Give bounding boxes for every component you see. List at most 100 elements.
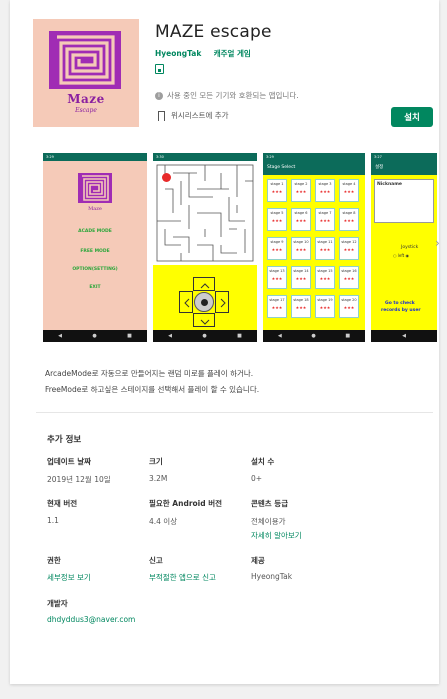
stage-button: stage 13 ★★★ bbox=[267, 266, 287, 289]
info-value-version: 1.1 bbox=[47, 516, 59, 525]
info-label-updated: 업데이트 날짜 bbox=[47, 457, 92, 466]
records-link-line1: Go to check bbox=[385, 301, 415, 306]
nav-bar: ◀ ● ■ bbox=[43, 330, 147, 342]
info-label-content-rating: 콘텐츠 등급 bbox=[251, 499, 289, 508]
logo-title: Maze bbox=[88, 206, 102, 212]
stage-button: stage 6 ★★★ bbox=[291, 208, 311, 231]
menu-item-exit: EXIT bbox=[89, 285, 101, 290]
menu-item-option: OPTION(SETTING) bbox=[72, 267, 118, 272]
report-app-link[interactable]: 부적절한 앱으로 신고 bbox=[149, 572, 216, 583]
stars-icon: ★★★ bbox=[319, 305, 331, 310]
stars-icon: ★★★ bbox=[295, 218, 307, 223]
stage-label: stage 12 bbox=[341, 240, 357, 244]
nickname-card: Nickname bbox=[374, 179, 434, 223]
stage-label: stage 11 bbox=[317, 240, 333, 244]
stage-grid: stage 1 ★★★ stage 2 ★★★ stage 3 ★★★ stage 4 ★★★… bbox=[263, 175, 365, 330]
stage-button: stage 10 ★★★ bbox=[291, 237, 311, 260]
stars-icon: ★★★ bbox=[343, 305, 355, 310]
stage-label: stage 4 bbox=[342, 182, 356, 186]
chevron-right-icon[interactable]: › bbox=[435, 236, 440, 250]
stars-icon: ★★★ bbox=[271, 218, 283, 223]
stage-label: stage 18 bbox=[293, 298, 309, 302]
stage-label: stage 10 bbox=[293, 240, 309, 244]
developer-link[interactable]: HyeongTak bbox=[155, 49, 201, 58]
permissions-details-link[interactable]: 세부정보 보기 bbox=[47, 572, 91, 583]
app-title: MAZE escape bbox=[155, 22, 272, 42]
nav-bar: ◀ ● ■ bbox=[263, 330, 365, 342]
nav-bar: ◀ bbox=[371, 330, 437, 342]
screenshot-settings[interactable]: 3:27 설정 Nickname Joystick ○ left ◉ Go to… bbox=[371, 153, 437, 342]
stage-select-header: Stage Select bbox=[263, 161, 365, 175]
stage-button: stage 9 ★★★ bbox=[267, 237, 287, 260]
learn-more-link[interactable]: 자세히 알아보기 bbox=[251, 530, 302, 541]
stage-label: stage 17 bbox=[269, 298, 285, 302]
category-link[interactable]: 캐주얼 게임 bbox=[214, 49, 251, 58]
controller-area bbox=[153, 265, 257, 330]
section-divider bbox=[36, 412, 433, 413]
wishlist-label: 위시리스트에 추가 bbox=[171, 111, 229, 120]
stage-label: stage 14 bbox=[293, 269, 309, 273]
stage-button: stage 16 ★★★ bbox=[339, 266, 359, 289]
stage-label: stage 3 bbox=[318, 182, 332, 186]
info-label-permissions: 권한 bbox=[47, 556, 61, 565]
bookmark-icon bbox=[158, 110, 165, 121]
compat-notice: i 사용 중인 모든 기기와 호환되는 앱입니다. bbox=[155, 90, 299, 101]
screenshot-stage-select[interactable]: 3:29 Stage Select stage 1 ★★★ stage 2 ★★★ st… bbox=[263, 153, 365, 342]
stage-button: stage 18 ★★★ bbox=[291, 295, 311, 318]
info-label-developer: 개발자 bbox=[47, 599, 68, 608]
stage-label: stage 15 bbox=[317, 269, 333, 273]
stage-button: stage 7 ★★★ bbox=[315, 208, 335, 231]
dpad-left-button bbox=[179, 291, 193, 313]
info-label-offered-by: 제공 bbox=[251, 556, 265, 565]
stage-button: stage 17 ★★★ bbox=[267, 295, 287, 318]
nav-bar: ◀ ● ■ bbox=[153, 330, 257, 342]
info-value-offered-by: HyeongTak bbox=[251, 572, 293, 581]
info-value-android: 4.4 이상 bbox=[149, 517, 178, 526]
stage-label: stage 20 bbox=[341, 298, 357, 302]
app-icon: Maze Escape bbox=[33, 19, 139, 127]
stage-label: stage 1 bbox=[270, 182, 284, 186]
stage-button: stage 19 ★★★ bbox=[315, 295, 335, 318]
stars-icon: ★★★ bbox=[319, 247, 331, 252]
screenshot-maze-game[interactable]: 3:30 ◀ ● ■ bbox=[153, 153, 257, 342]
maze-logo-icon bbox=[78, 173, 112, 203]
stars-icon: ★★★ bbox=[343, 189, 355, 194]
logo-title: Maze bbox=[67, 92, 105, 106]
status-bar: 3:27 bbox=[371, 153, 437, 161]
additional-info-title: 추가 정보 bbox=[47, 435, 82, 445]
stage-button: stage 3 ★★★ bbox=[315, 179, 335, 202]
stars-icon: ★★★ bbox=[295, 247, 307, 252]
screenshot-main-menu[interactable]: 3:29 Maze ACADE MODE FREE MODE OPTION(SE… bbox=[43, 153, 147, 342]
joystick-icon bbox=[194, 292, 214, 312]
install-button[interactable]: 설치 bbox=[391, 107, 433, 127]
settings-screen: Nickname Joystick ○ left ◉ Go to check r… bbox=[371, 175, 437, 330]
stage-label: stage 13 bbox=[269, 269, 285, 273]
info-value-content-rating: 전체이용가 bbox=[251, 517, 286, 526]
stage-button: stage 14 ★★★ bbox=[291, 266, 311, 289]
stage-label: stage 6 bbox=[294, 211, 308, 215]
developer-email-link[interactable]: dhdyddus3@naver.com bbox=[47, 615, 135, 624]
info-icon: i bbox=[155, 91, 163, 100]
stage-button: stage 5 ★★★ bbox=[267, 208, 287, 231]
dpad-right-button bbox=[215, 291, 229, 313]
stars-icon: ★★★ bbox=[271, 305, 283, 310]
status-bar: 3:30 bbox=[153, 153, 257, 161]
stars-icon: ★★★ bbox=[319, 218, 331, 223]
developer-row: HyeongTak 캐주얼 게임 bbox=[155, 48, 251, 59]
stars-icon: ★★★ bbox=[295, 189, 307, 194]
stage-label: stage 2 bbox=[294, 182, 308, 186]
wishlist-button[interactable]: 위시리스트에 추가 bbox=[158, 110, 229, 121]
stage-button: stage 2 ★★★ bbox=[291, 179, 311, 202]
dpad-down-button bbox=[193, 313, 215, 327]
stage-label: stage 19 bbox=[317, 298, 333, 302]
maze-logo-icon bbox=[49, 31, 121, 89]
screenshot-carousel[interactable]: 3:29 Maze ACADE MODE FREE MODE OPTION(SE… bbox=[43, 153, 437, 342]
stars-icon: ★★★ bbox=[343, 276, 355, 281]
stars-icon: ★★★ bbox=[319, 189, 331, 194]
stage-label: stage 7 bbox=[318, 211, 332, 215]
info-label-android: 필요한 Android 버전 bbox=[149, 499, 223, 508]
stage-label: stage 8 bbox=[342, 211, 356, 215]
info-value-installs: 0+ bbox=[251, 474, 263, 483]
status-bar: 3:29 bbox=[43, 153, 147, 161]
logo-subtitle: Escape bbox=[75, 107, 97, 114]
